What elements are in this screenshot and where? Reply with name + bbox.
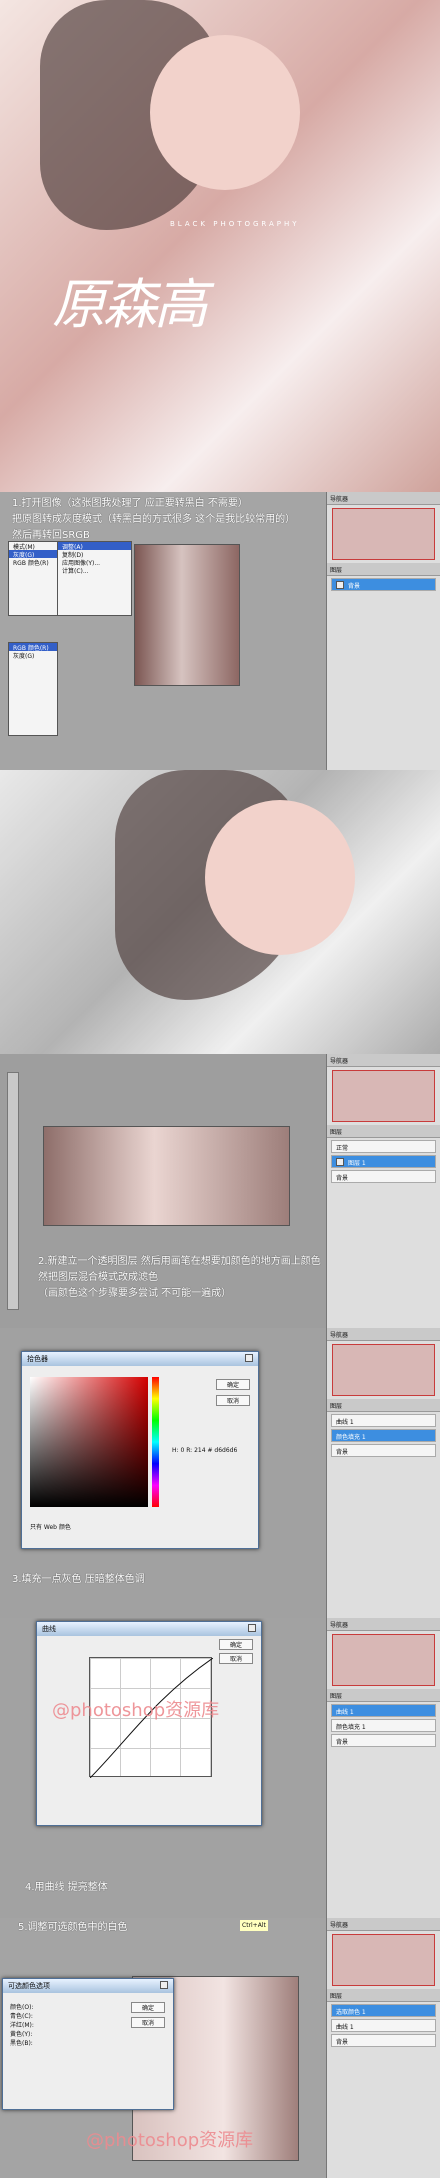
document-canvas	[134, 544, 240, 686]
selective-ok-button[interactable]: 确定	[131, 2002, 165, 2013]
color-picker-dialog[interactable]: 拾色器 确定 取消 H: 0 R: 214 # d6d6d6 只有 Web 颜色	[21, 1351, 259, 1549]
layers-panel-4: 导航器 图层 曲线 1 颜色填充 1 背景	[326, 1618, 440, 1918]
curves-cancel-button[interactable]: 取消	[219, 1653, 253, 1664]
mode-menu-2[interactable]: RGB 颜色(R) 灰度(G)	[8, 642, 58, 736]
grayscale-image	[0, 770, 440, 1054]
eye-icon[interactable]	[336, 581, 344, 589]
cancel-button[interactable]: 取消	[216, 1395, 250, 1406]
curves-ok-button[interactable]: 确定	[219, 1639, 253, 1650]
selective-cancel-button[interactable]: 取消	[131, 2017, 165, 2028]
selective-color-dialog[interactable]: 可选颜色选项 颜色(O): 青色(C): 洋红(M): 黄色(Y): 黑色(B): 确定…	[2, 1978, 174, 2110]
close-icon[interactable]	[245, 1354, 253, 1362]
step-3-text: 3.填充一点灰色 压暗整体色调	[12, 1574, 145, 1585]
web-colors-checkbox[interactable]: 只有 Web 颜色	[30, 1522, 71, 1531]
mode-menu[interactable]: 模式(M) 灰度(G) RGB 颜色(R)	[8, 541, 58, 616]
hue-slider[interactable]	[152, 1377, 159, 1507]
step-1: 1.打开图像（这张图我处理了 应正要转黑白 不需要） 把原图转成灰度模式（转黑白的…	[0, 492, 440, 770]
shortcut-tooltip: Ctrl+Alt	[240, 1920, 268, 1931]
image-menu[interactable]: 调整(A) 复制(D) 应用图像(Y)... 计算(C)...	[57, 541, 132, 616]
ok-button[interactable]: 确定	[216, 1379, 250, 1390]
watermark: @photoshop资源库	[52, 1700, 220, 1721]
close-icon[interactable]	[248, 1624, 256, 1632]
document-canvas-2	[43, 1126, 290, 1226]
color-field[interactable]	[30, 1377, 148, 1507]
navigator-preview	[332, 508, 435, 560]
photography-label: BLACK PHOTOGRAPHY	[170, 220, 300, 228]
step-2-text: 2.新建立一个透明图层 然后用画笔在想要加颜色的地方画上颜色 然把图层混合模式改成…	[38, 1256, 321, 1299]
color-values: H: 0 R: 214 # d6d6d6	[172, 1447, 238, 1454]
face-shape	[150, 35, 300, 190]
selective-values: 颜色(O): 青色(C): 洋红(M): 黄色(Y): 黑色(B):	[10, 2004, 34, 2047]
step-4-text: 4.用曲线 提亮整体	[25, 1882, 108, 1893]
layer-background[interactable]: 背景	[331, 578, 436, 591]
photoshop-panel: 导航器 图层 背景	[326, 492, 440, 770]
step-1-text: 1.打开图像（这张图我处理了 应正要转黑白 不需要） 把原图转成灰度模式（转黑白的…	[12, 498, 296, 541]
step-5: 5.调整可选颜色中的白色 Ctrl+Alt 可选颜色选项 颜色(O): 青色(C)…	[0, 1918, 440, 2178]
layers-panel-2: 导航器 图层 正常 图层 1 背景	[326, 1054, 440, 1328]
toolbox[interactable]	[7, 1072, 19, 1310]
intro-images: BLACK PHOTOGRAPHY 原森高	[0, 0, 440, 492]
layer-1[interactable]: 图层 1	[331, 1155, 436, 1168]
curves-dialog[interactable]: 曲线 确定 取消	[36, 1621, 262, 1826]
layers-panel-5: 导航器 图层 选取颜色 1 曲线 1 背景	[326, 1918, 440, 2178]
close-icon[interactable]	[160, 1981, 168, 1989]
step-2: 2.新建立一个透明图层 然后用画笔在想要加颜色的地方画上颜色 然把图层混合模式改成…	[0, 1054, 440, 1328]
grayscale-face	[205, 800, 355, 955]
layers-panel-3: 导航器 图层 曲线 1 颜色填充 1 背景	[326, 1328, 440, 1618]
step-5-text: 5.调整可选颜色中的白色	[18, 1922, 128, 1933]
navigator-tab[interactable]: 导航器	[327, 492, 440, 505]
layers-tab[interactable]: 图层	[327, 563, 440, 576]
watermark-2: @photoshop资源库	[86, 2130, 254, 2151]
step-3: 拾色器 确定 取消 H: 0 R: 214 # d6d6d6 只有 Web 颜色…	[0, 1328, 440, 1618]
calligraphy-title: 原森高	[52, 273, 208, 336]
step-4: 曲线 确定 取消 @photoshop资源库 4.用曲线 提亮整体 导航器 图层曲…	[0, 1618, 440, 1918]
